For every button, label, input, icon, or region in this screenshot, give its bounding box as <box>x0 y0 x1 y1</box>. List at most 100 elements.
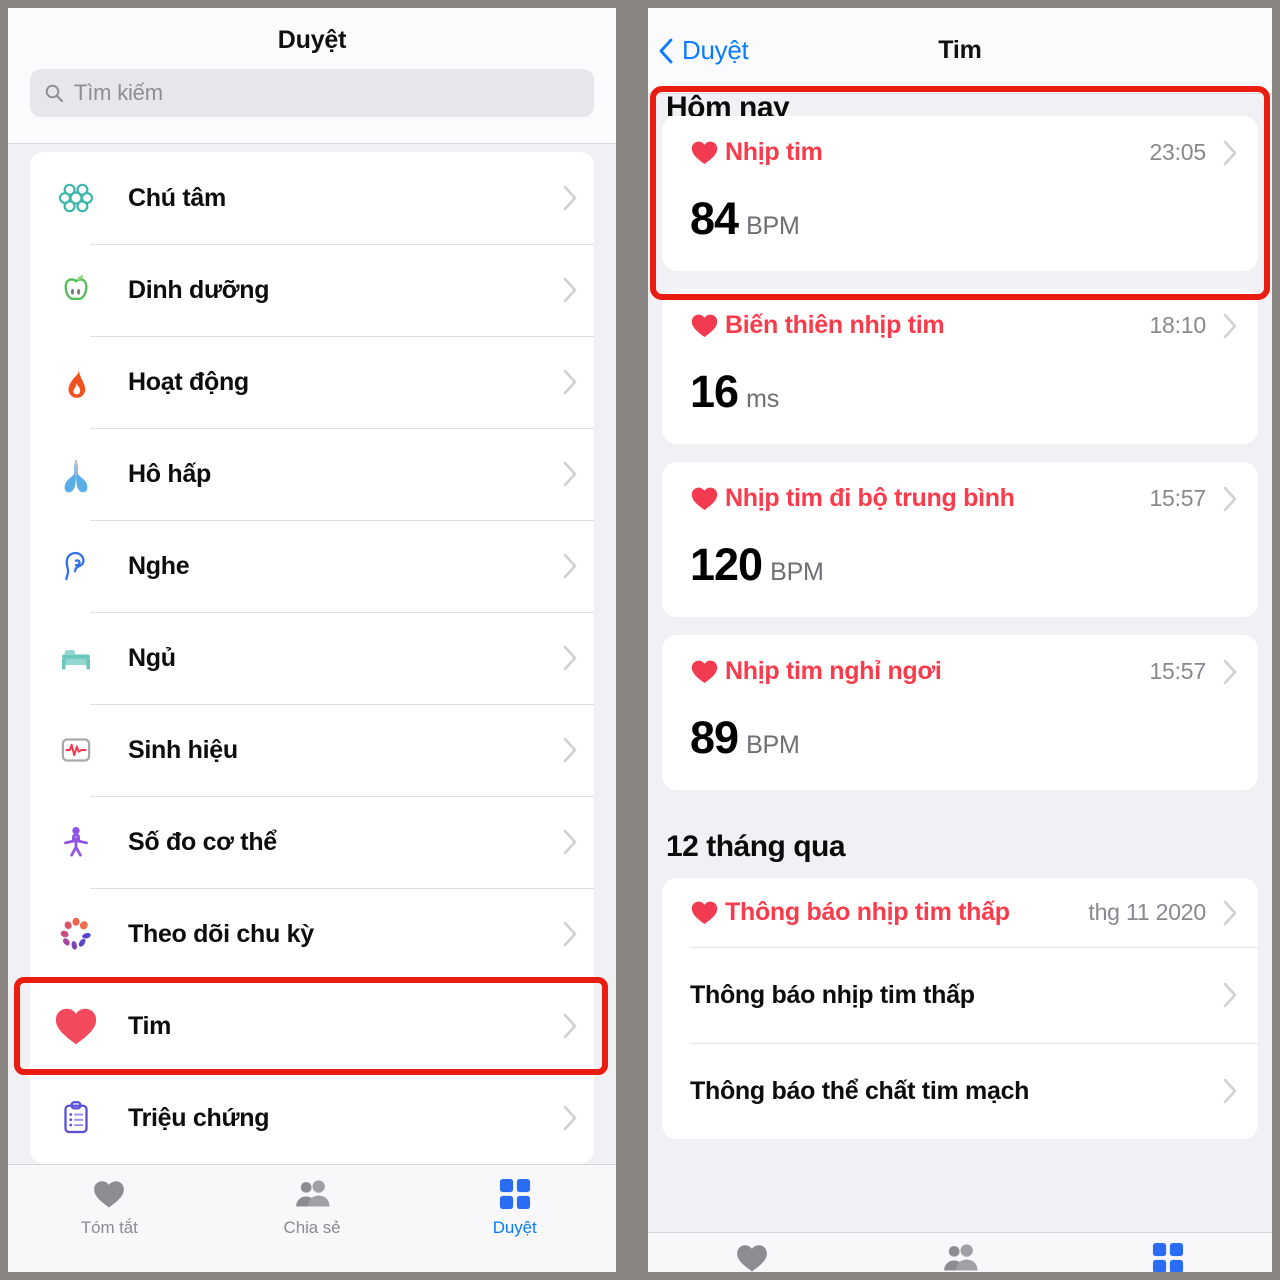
sidebar-item-label: Hô hấp <box>128 459 211 488</box>
body-icon <box>52 818 100 866</box>
metric-value-row: 89 BPM <box>690 712 1238 764</box>
grid-icon <box>1152 1242 1184 1272</box>
section-header-today: Hôm nay <box>666 94 790 116</box>
chevron-right-icon <box>1223 900 1237 925</box>
metric-value: 84 <box>690 193 739 244</box>
chevron-right-icon <box>1223 659 1237 684</box>
sidebar-item-hoat-dong[interactable]: Hoạt động <box>30 336 594 428</box>
sidebar-item-label: Ngủ <box>128 643 176 672</box>
back-label: Duyệt <box>682 35 749 65</box>
sidebar-item-sinh-hieu[interactable]: Sinh hiệu <box>30 704 594 796</box>
metric-time: 18:10 <box>1149 312 1206 338</box>
tab-label: Chia sẻ <box>283 1218 341 1237</box>
metric-value: 120 <box>690 539 763 590</box>
chevron-right-icon <box>563 829 577 855</box>
sidebar-item-ngu[interactable]: Ngủ <box>30 612 594 704</box>
sidebar-item-trieu-chung[interactable]: Triệu chứng <box>30 1072 594 1164</box>
metric-card-hrv[interactable]: Biến thiên nhịp tim 18:10 16 ms <box>662 289 1258 444</box>
metric-time: 15:57 <box>1149 658 1206 684</box>
clipboard-icon <box>52 1094 100 1142</box>
metric-unit: BPM <box>770 558 824 586</box>
heart-icon <box>92 1177 126 1211</box>
metric-header: Nhịp tim 23:05 <box>690 138 1238 167</box>
sidebar-item-dinh-duong[interactable]: Dinh dưỡng <box>30 244 594 336</box>
page-title: Duyệt <box>277 26 347 54</box>
heart-icon <box>735 1243 769 1272</box>
heart-detail-panel: Duyệt Tim Hôm nay Nhịp tim 23:05 84 BPM <box>648 8 1272 1272</box>
chevron-right-icon <box>563 737 577 763</box>
heart-icon <box>691 141 718 164</box>
chevron-right-icon <box>563 369 577 395</box>
list-item-label: Thông báo thể chất tim mạch <box>690 1076 1030 1105</box>
notification-date: thg 11 2020 <box>1088 899 1206 925</box>
heart-icon <box>691 660 718 683</box>
chevron-right-icon <box>563 921 577 947</box>
tab-tom-tat[interactable]: Tóm tắt <box>8 1177 211 1238</box>
screenshot-frame: Duyệt Tìm kiếm Chú tâm Dinh dưỡng Hoạt đ… <box>0 0 1280 1280</box>
sidebar-item-label: Số đo cơ thể <box>128 827 277 856</box>
sidebar-item-label: Hoạt động <box>128 367 249 396</box>
tab-label: Duyệt <box>492 1218 537 1237</box>
metric-card-resting-hr[interactable]: Nhịp tim nghỉ ngơi 15:57 89 BPM <box>662 635 1258 790</box>
search-icon <box>45 84 64 103</box>
sidebar-item-label: Triệu chứng <box>128 1103 270 1132</box>
section-header-12-months: 12 tháng qua <box>666 830 846 863</box>
cycle-icon <box>52 910 100 958</box>
apple-icon <box>52 266 100 314</box>
list-item-cardio-fitness-notification[interactable]: Thông báo thể chất tim mạch <box>662 1043 1258 1139</box>
sidebar-item-label: Chú tâm <box>128 183 226 212</box>
chevron-right-icon <box>1223 982 1237 1008</box>
metric-name: Biến thiên nhịp tim <box>725 311 945 339</box>
metric-value-row: 84 BPM <box>690 193 1238 245</box>
notification-name: Thông báo nhịp tim thấp <box>725 898 1010 926</box>
notification-summary-row[interactable]: Thông báo nhịp tim thấp thg 11 2020 <box>662 878 1258 947</box>
heart-icon <box>691 314 718 337</box>
tab-chia-se[interactable]: Chia sẻ <box>211 1177 414 1238</box>
metric-unit: BPM <box>746 212 800 240</box>
sidebar-item-label: Theo dõi chu kỳ <box>128 919 314 948</box>
metric-name: Nhịp tim đi bộ trung bình <box>725 484 1015 512</box>
browse-list-scroll[interactable]: Chú tâm Dinh dưỡng Hoạt động Hô hấp Nghe… <box>8 144 616 1164</box>
metric-card-walking-hr[interactable]: Nhịp tim đi bộ trung bình 15:57 120 BPM <box>662 462 1258 617</box>
sidebar-item-label: Nghe <box>128 551 190 580</box>
ear-icon <box>52 542 100 590</box>
sidebar-item-ho-hap[interactable]: Hô hấp <box>30 428 594 520</box>
metric-name: Nhịp tim <box>725 138 823 166</box>
sidebar-item-nghe[interactable]: Nghe <box>30 520 594 612</box>
tab-duyet[interactable] <box>1064 1242 1272 1272</box>
chevron-right-icon <box>563 185 577 211</box>
sidebar-item-label: Tim <box>128 1011 172 1040</box>
sidebar-item-label: Sinh hiệu <box>128 735 238 764</box>
sidebar-item-chu-tam[interactable]: Chú tâm <box>30 152 594 244</box>
metric-header: Biến thiên nhịp tim 18:10 <box>690 311 1238 340</box>
sidebar-item-tim[interactable]: Tim <box>30 980 594 1072</box>
metric-unit: ms <box>746 385 779 413</box>
tab-tom-tat[interactable] <box>648 1243 856 1272</box>
search-input[interactable]: Tìm kiếm <box>30 69 594 117</box>
metric-time: 15:57 <box>1149 485 1206 511</box>
people-icon <box>292 1177 332 1211</box>
sidebar-item-theo-doi-chu-ky[interactable]: Theo dõi chu kỳ <box>30 888 594 980</box>
heart-scroll[interactable]: Hôm nay Nhịp tim 23:05 84 BPM Biến thiên… <box>648 94 1272 1232</box>
list-item-low-hr-notification[interactable]: Thông báo nhịp tim thấp <box>662 947 1258 1043</box>
people-icon <box>940 1243 980 1272</box>
metric-value-row: 16 ms <box>690 366 1238 418</box>
heart-tabbar <box>648 1232 1272 1272</box>
bed-icon <box>52 634 100 682</box>
heart-icon <box>691 487 718 510</box>
chevron-right-icon <box>1223 313 1237 338</box>
metric-header: Nhịp tim đi bộ trung bình 15:57 <box>690 484 1238 513</box>
chevron-right-icon <box>563 277 577 303</box>
tab-duyet[interactable]: Duyệt <box>413 1177 616 1238</box>
metric-card-heart-rate[interactable]: Nhịp tim 23:05 84 BPM <box>662 116 1258 271</box>
sidebar-item-so-do-co-the[interactable]: Số đo cơ thể <box>30 796 594 888</box>
chevron-right-icon <box>1223 140 1237 165</box>
chevron-right-icon <box>563 553 577 579</box>
metric-header: Nhịp tim nghỉ ngơi 15:57 <box>690 657 1238 686</box>
chevron-right-icon <box>563 1105 577 1131</box>
brain-icon <box>52 174 100 222</box>
browse-panel: Duyệt Tìm kiếm Chú tâm Dinh dưỡng Hoạt đ… <box>8 8 616 1272</box>
list-item-label: Thông báo nhịp tim thấp <box>690 980 975 1009</box>
tab-chia-se[interactable] <box>856 1243 1064 1272</box>
back-button[interactable]: Duyệt <box>648 35 749 66</box>
